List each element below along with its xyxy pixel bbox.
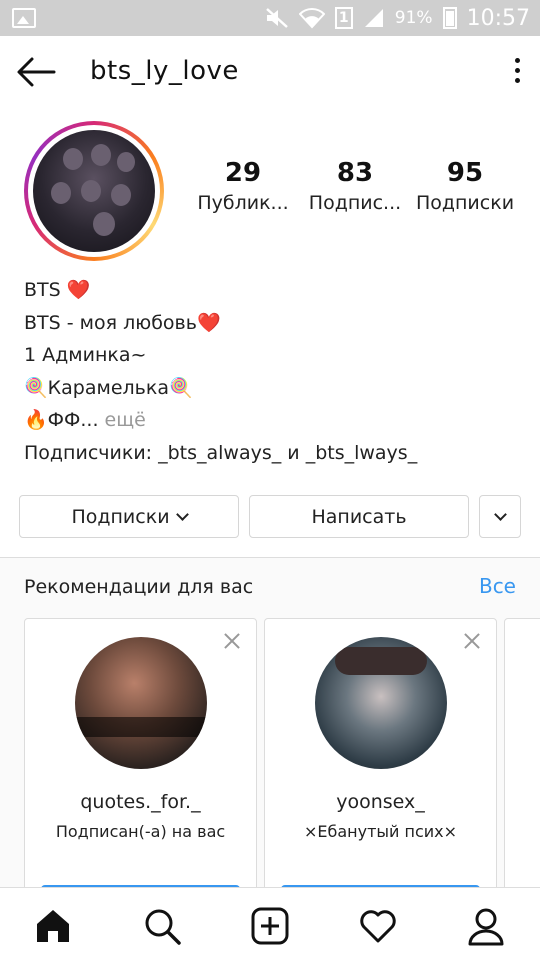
card-subtitle: Подписан(-а) на вас	[55, 822, 226, 841]
bio-followed-by[interactable]: Подписчики: _bts_always_ и _bts_lways_	[24, 437, 417, 470]
battery-icon	[442, 7, 457, 29]
wifi-icon	[298, 8, 325, 29]
avatar[interactable]	[315, 637, 447, 769]
back-arrow-icon[interactable]	[14, 54, 58, 90]
bottom-nav	[0, 887, 540, 960]
mute-icon	[265, 8, 288, 28]
stat-posts[interactable]: 29 Публик...	[188, 158, 298, 214]
bio-more-link[interactable]: ещё	[99, 409, 146, 431]
stat-posts-label: Публик...	[197, 192, 289, 214]
profile-bio: BTS ❤️ BTS - моя любовь❤️ 1 Админка~ 🍭Ка…	[24, 274, 417, 469]
bio-line: 1 Админка~	[24, 344, 147, 366]
stat-following-value: 95	[446, 158, 484, 188]
chevron-down-icon	[493, 507, 507, 521]
recommendations-title: Рекомендации для вас	[24, 576, 254, 598]
avatar-photo	[33, 130, 155, 252]
card-username[interactable]: yoonsex_	[265, 791, 496, 813]
avatar[interactable]	[75, 637, 207, 769]
page-title: bts_ly_love	[90, 56, 239, 86]
stat-followers-label: Подпис...	[308, 192, 402, 214]
recommendation-card[interactable]	[504, 618, 540, 908]
bio-line: 🍭Карамелька🍭	[24, 376, 193, 399]
following-button[interactable]: Подписки	[19, 495, 239, 538]
card-username[interactable]: quotes._for._	[25, 791, 256, 813]
stat-followers-value: 83	[336, 158, 374, 188]
sim-icon: 1	[334, 7, 353, 29]
activity-heart-icon[interactable]	[358, 906, 398, 946]
close-icon[interactable]	[462, 631, 482, 651]
bio-line: BTS - моя любовь❤️	[24, 311, 221, 334]
profile-avatar[interactable]	[24, 121, 164, 261]
more-vertical-icon[interactable]	[512, 58, 522, 88]
card-subtitle: ×Ебанутый псих×	[303, 822, 458, 841]
clock: 10:57	[466, 5, 530, 31]
home-icon[interactable]	[33, 906, 73, 946]
message-button[interactable]: Написать	[249, 495, 469, 538]
recommendation-card[interactable]: yoonsex_ ×Ебанутый псих×	[264, 618, 497, 915]
bio-line: 🔥ФФ... ещё	[24, 404, 417, 437]
stat-posts-value: 29	[224, 158, 262, 188]
close-icon[interactable]	[222, 631, 242, 651]
stat-following-label: Подписки	[415, 192, 515, 214]
bio-line: BTS ❤️	[24, 279, 91, 301]
suggestions-toggle-button[interactable]	[479, 495, 521, 538]
message-button-label: Написать	[311, 505, 407, 528]
profile-header: bts_ly_love	[0, 36, 540, 108]
gallery-icon	[12, 8, 36, 28]
signal-icon	[364, 9, 383, 27]
status-bar: 1 91% 10:57	[0, 0, 540, 36]
bio-truncated-text: 🔥ФФ...	[24, 409, 99, 431]
stat-followers[interactable]: 83 Подпис...	[300, 158, 410, 214]
search-icon[interactable]	[142, 906, 182, 946]
see-all-link[interactable]: Все	[479, 574, 516, 598]
battery-percent: 91%	[394, 8, 433, 28]
profile-stats: 29 Публик... 83 Подпис... 95 Подписки	[188, 158, 528, 228]
stat-following[interactable]: 95 Подписки	[410, 158, 520, 214]
profile-icon[interactable]	[466, 906, 506, 946]
status-right: 1 91% 10:57	[265, 0, 530, 36]
following-button-label: Подписки	[71, 505, 170, 528]
new-post-icon[interactable]	[250, 906, 290, 946]
recommendation-card[interactable]: quotes._for._ Подписан(-а) на вас	[24, 618, 257, 915]
chevron-down-icon	[175, 507, 189, 521]
